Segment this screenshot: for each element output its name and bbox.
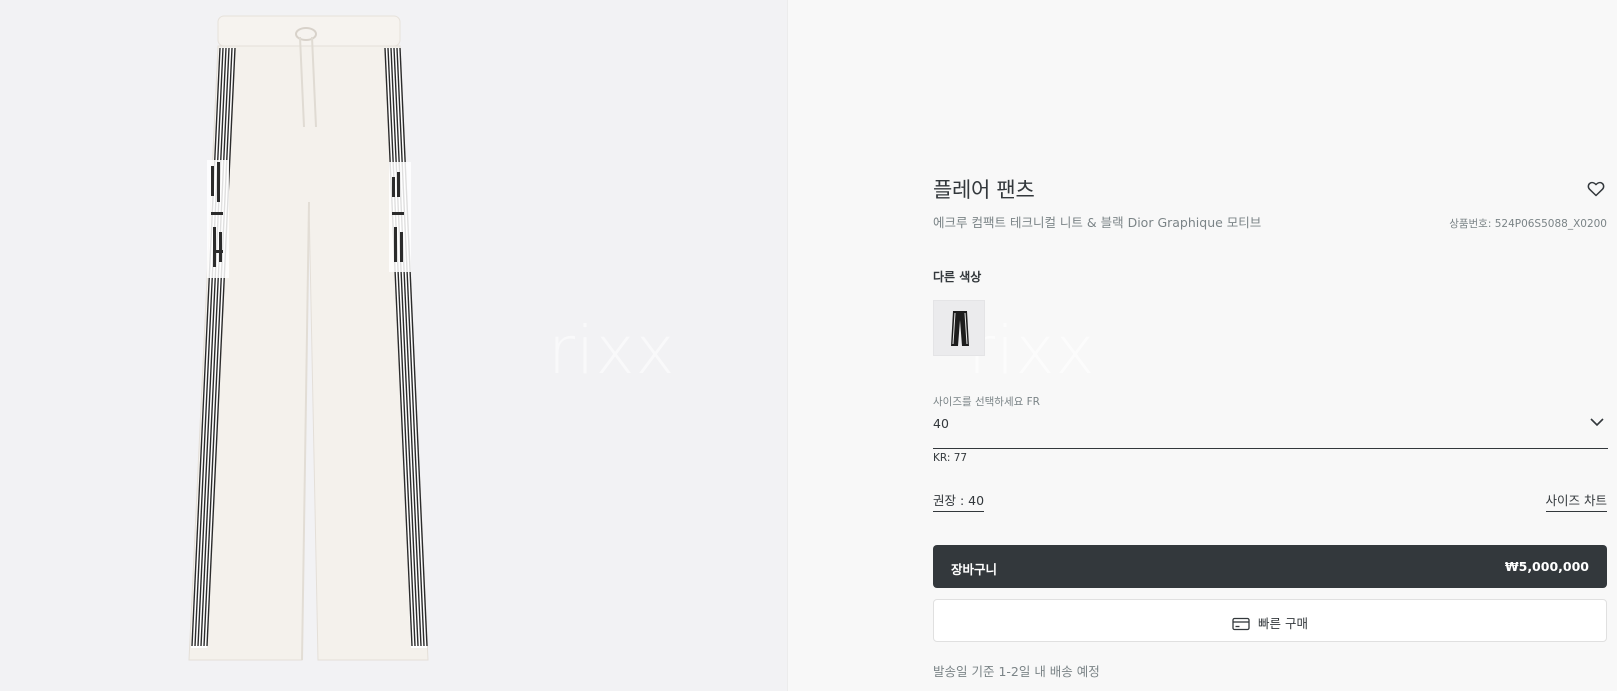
quick-buy-label: 빠른 구매 [1258,616,1308,631]
product-subtitle: 에크루 컴팩트 테크니컬 니트 & 블랙 Dior Graphique 모티브 [933,215,1262,230]
size-chart-link[interactable]: 사이즈 차트 [1545,490,1607,512]
product-image [188,15,429,661]
product-price: ₩5,000,000 [1504,559,1589,574]
watermark: rixx [968,312,1096,389]
swatch-pants-thumbnail [951,311,969,346]
delivery-estimate: 발송일 기준 1-2일 내 배송 예정 [933,664,1100,679]
size-select-label: 사이즈를 선택하세요 FR [933,396,1040,408]
watermark: rixx [548,312,676,389]
kr-size-equivalent: KR: 77 [933,452,968,464]
product-reference: 상품번호: 524P06S5088_X0200 [1449,218,1607,230]
product-title: 플레어 팬츠 [933,178,1035,202]
add-to-cart-button[interactable]: 장바구니 ₩5,000,000 [933,545,1607,588]
size-select-value: 40 [933,416,949,431]
credit-card-icon [1232,617,1250,631]
color-swatch-black[interactable] [933,300,985,356]
chevron-down-icon [1590,418,1604,427]
cart-button-label: 장바구니 [951,562,998,577]
heart-icon[interactable] [1587,181,1605,197]
quick-buy-button[interactable]: 빠른 구매 [933,599,1607,642]
size-select[interactable]: 40 [933,408,1608,449]
recommended-size-link[interactable]: 권장 : 40 [933,490,985,512]
other-colors-label: 다른 색상 [933,270,982,284]
